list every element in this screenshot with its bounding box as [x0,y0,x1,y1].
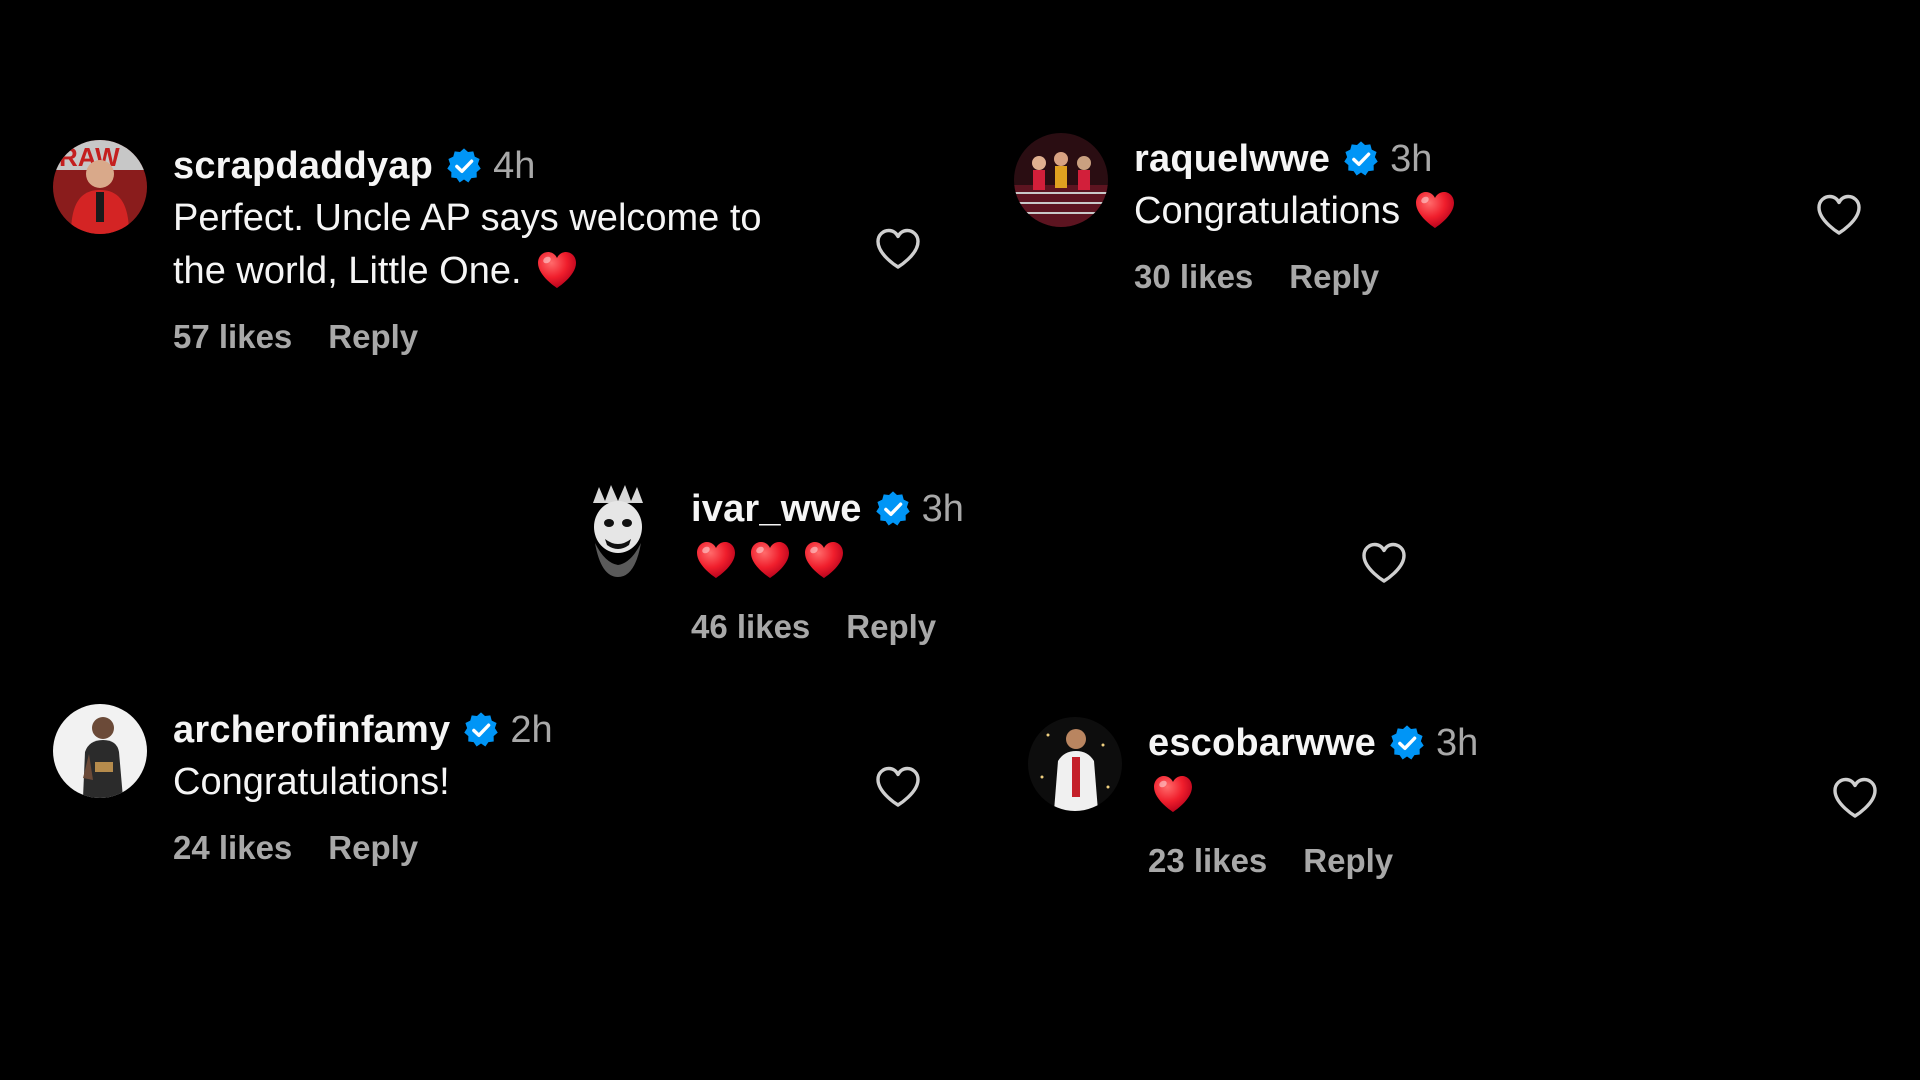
reply-button[interactable]: Reply [846,608,936,646]
avatar[interactable] [53,704,147,798]
comment-text: Congratulations [1134,185,1456,238]
timestamp: 3h [1390,137,1433,180]
likes-count[interactable]: 24 likes [173,829,292,867]
comment-text-line: Congratulations! [173,761,450,803]
likes-count[interactable]: 46 likes [691,608,810,646]
comment-text-line-with-emoji: the world, Little One. [173,245,762,298]
username[interactable]: raquelwwe [1134,138,1330,181]
verified-badge-icon [462,711,500,749]
comment-body: ivar_wwe 3h 46 likes Reply [691,483,964,646]
comment-header: ivar_wwe 3h [691,483,964,535]
username[interactable]: ivar_wwe [691,488,862,531]
reply-button[interactable]: Reply [328,318,418,356]
reply-button[interactable]: Reply [1303,842,1393,880]
username[interactable]: archerofinfamy [173,709,450,752]
comment-text-line-with-emoji: Congratulations [1134,185,1456,238]
like-heart-outline-icon[interactable] [874,765,922,809]
avatar[interactable] [1028,717,1122,811]
red-heart-emoji-icon [695,540,737,580]
red-heart-emoji-icon [536,250,578,290]
comment-actions: 30 likes Reply [1134,258,1456,296]
timestamp: 2h [510,708,553,751]
comment-text [691,535,964,588]
verified-badge-icon [1388,724,1426,762]
likes-count[interactable]: 57 likes [173,318,292,356]
username[interactable]: scrapdaddyap [173,145,433,188]
red-heart-emoji-icon [749,540,791,580]
comment-header: raquelwwe 3h [1134,133,1456,185]
verified-badge-icon [874,490,912,528]
like-heart-outline-icon[interactable] [874,227,922,271]
avatar[interactable] [1014,133,1108,227]
comment-text-line: Congratulations [1134,190,1401,232]
avatar[interactable]: RAW [53,140,147,234]
comment-actions: 46 likes Reply [691,608,964,646]
timestamp: 3h [921,487,964,530]
comment-text-line: the world, Little One. [173,250,522,292]
comment-text: Perfect. Uncle AP says welcome to the wo… [173,192,762,298]
comment-header: scrapdaddyap 4h [173,140,762,192]
comment-body: scrapdaddyap 4h Perfect. Uncle AP says w… [173,140,762,356]
comment-header: archerofinfamy 2h [173,704,553,756]
timestamp: 4h [493,144,536,187]
verified-badge-icon [445,147,483,185]
comment-header: escobarwwe 3h [1148,717,1478,769]
verified-badge-icon [1342,140,1380,178]
comment-text [1148,769,1478,822]
likes-count[interactable]: 23 likes [1148,842,1267,880]
avatar[interactable] [571,483,665,577]
username[interactable]: escobarwwe [1148,722,1376,765]
red-heart-emoji-icon [803,540,845,580]
like-heart-outline-icon[interactable] [1360,541,1408,585]
red-heart-emoji-icon [1152,774,1194,814]
comment-body: raquelwwe 3h Congratulations 30 likes Re… [1134,133,1456,296]
like-heart-outline-icon[interactable] [1815,193,1863,237]
reply-button[interactable]: Reply [328,829,418,867]
comment-body: archerofinfamy 2h Congratulations! 24 li… [173,704,553,867]
comment-actions: 24 likes Reply [173,829,553,867]
comment-actions: 23 likes Reply [1148,842,1478,880]
likes-count[interactable]: 30 likes [1134,258,1253,296]
comment-text-line: Perfect. Uncle AP says welcome to [173,197,762,239]
comments-screen: { "colors": { "background": "#000000", "… [0,0,1920,1080]
timestamp: 3h [1436,721,1479,764]
like-heart-outline-icon[interactable] [1831,776,1879,820]
reply-button[interactable]: Reply [1289,258,1379,296]
comment-text: Congratulations! [173,756,553,809]
red-heart-emoji-icon [1414,190,1456,230]
comment-actions: 57 likes Reply [173,318,762,356]
comment-body: escobarwwe 3h 23 likes Reply [1148,717,1478,880]
